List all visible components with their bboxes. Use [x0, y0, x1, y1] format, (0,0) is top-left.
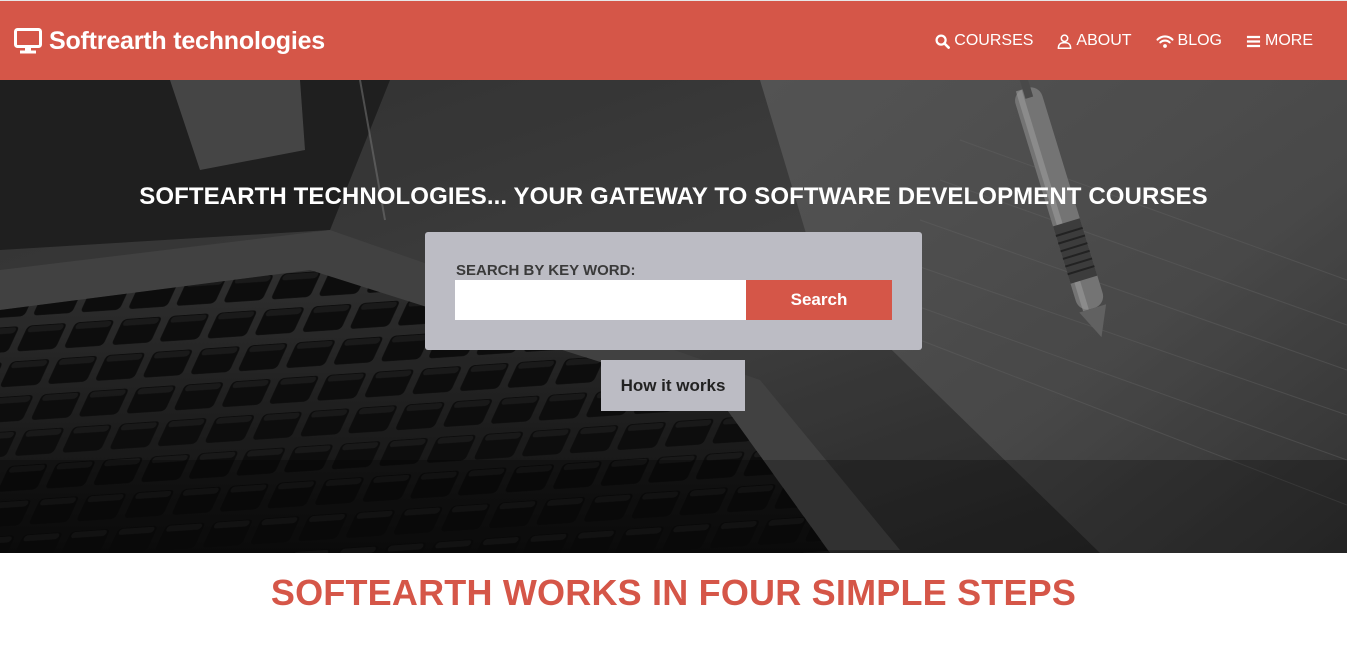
nav-item-courses[interactable]: COURSES: [935, 29, 1033, 53]
nav-item-label: ABOUT: [1076, 32, 1132, 49]
nav-item-about[interactable]: ABOUT: [1057, 29, 1132, 53]
menu-icon: [1246, 35, 1261, 47]
brand-name: Softrearth technologies: [49, 26, 325, 55]
hero-section: SOFTEARTH TECHNOLOGIES... YOUR GATEWAY T…: [0, 80, 1347, 553]
nav-links: COURSES ABOUT BLOG MORE: [911, 29, 1313, 53]
wifi-icon: [1156, 34, 1174, 48]
search-input[interactable]: [455, 280, 747, 320]
user-icon: [1058, 33, 1072, 49]
steps-section-title: SOFTEARTH WORKS IN FOUR SIMPLE STEPS: [270, 572, 1077, 613]
nav-item-blog[interactable]: BLOG: [1156, 29, 1222, 53]
search-icon: [935, 33, 951, 49]
nav-item-label: COURSES: [954, 32, 1034, 49]
monitor-icon: [14, 28, 42, 54]
hero-title: SOFTEARTH TECHNOLOGIES... YOUR GATEWAY T…: [139, 183, 1208, 210]
nav-item-label: MORE: [1265, 32, 1313, 49]
how-it-works-button[interactable]: How it works: [601, 360, 745, 411]
top-navbar: Softrearth technologies COURSES ABOUT BL…: [0, 0, 1347, 80]
nav-item-more[interactable]: MORE: [1246, 29, 1313, 53]
search-label: SEARCH BY KEY WORD:: [456, 262, 636, 279]
search-panel: SEARCH BY KEY WORD: Search: [425, 232, 922, 350]
nav-item-label: BLOG: [1177, 32, 1222, 49]
search-button[interactable]: Search: [746, 280, 892, 320]
brand-link[interactable]: Softrearth technologies: [14, 25, 325, 57]
